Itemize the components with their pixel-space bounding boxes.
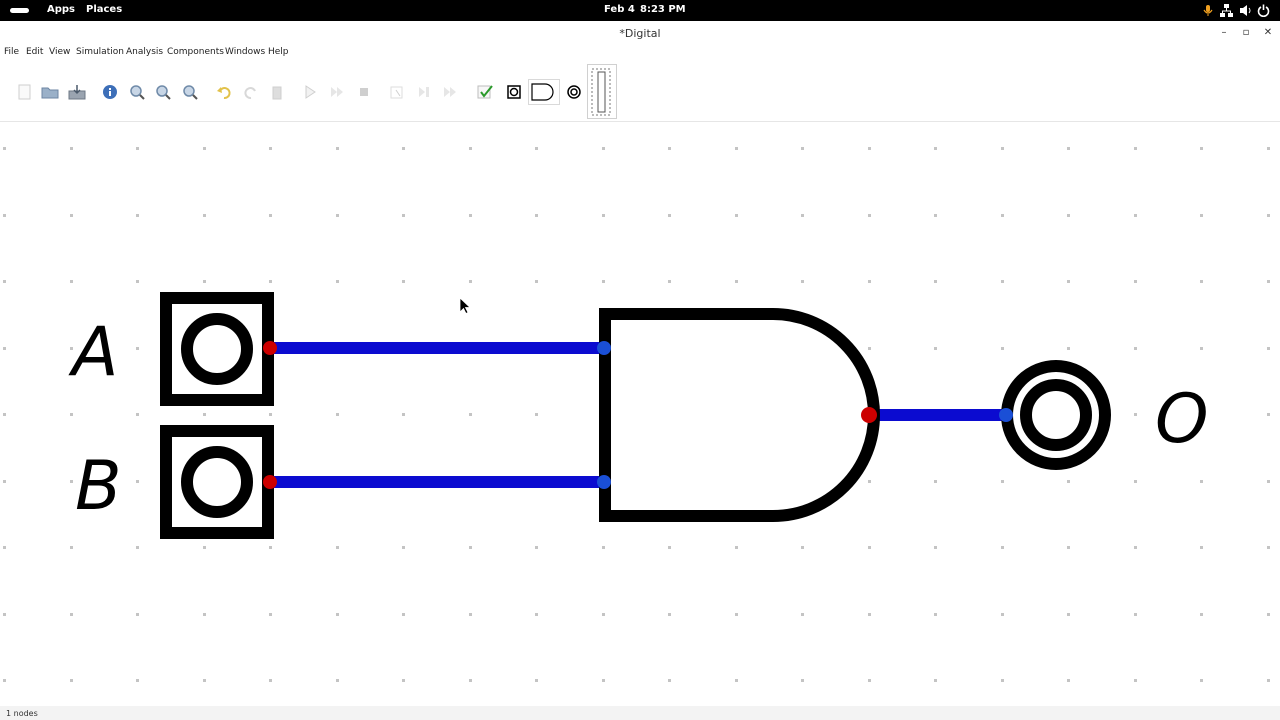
pin-b-output[interactable]	[263, 475, 277, 489]
save-icon[interactable]	[66, 81, 88, 103]
label-input-b: B	[75, 447, 122, 526]
status-text: 1 nodes	[6, 709, 38, 718]
status-bar: 1 nodes	[0, 706, 1280, 720]
close-button[interactable]: ✕	[1261, 26, 1275, 40]
menu-edit[interactable]: Edit	[26, 47, 43, 57]
fast-forward-icon[interactable]	[439, 81, 461, 103]
input-a-component[interactable]	[160, 292, 274, 406]
pin-output-input[interactable]	[999, 408, 1013, 422]
circuit-drawing	[160, 292, 1111, 539]
system-top-bar: Apps Places Feb 4 8:23 PM	[0, 0, 1280, 21]
clock-date[interactable]: Feb 4	[604, 4, 635, 15]
and-gate[interactable]	[599, 308, 880, 522]
start-simulation-icon[interactable]	[299, 81, 321, 103]
microphone-icon[interactable]	[1202, 4, 1214, 17]
pin-gate-input-2[interactable]	[597, 475, 611, 489]
single-step-icon[interactable]	[386, 81, 408, 103]
menu-windows[interactable]: Windows	[225, 47, 265, 57]
undo-icon[interactable]	[213, 81, 235, 103]
zoom-in-icon[interactable]	[126, 81, 148, 103]
info-icon[interactable]	[99, 81, 121, 103]
and-gate-tool-icon[interactable]	[528, 79, 560, 105]
component-palette-icon[interactable]	[587, 64, 617, 119]
places-menu[interactable]: Places	[86, 4, 122, 15]
pin-gate-output[interactable]	[861, 407, 877, 423]
activities-button[interactable]	[10, 8, 29, 13]
network-icon[interactable]	[1220, 4, 1233, 17]
menu-simulation[interactable]: Simulation	[76, 47, 124, 57]
menu-bar: File Edit View Simulation Analysis Compo…	[0, 44, 1280, 61]
redo-icon[interactable]	[240, 81, 262, 103]
window-title: *Digital	[619, 27, 661, 40]
stop-simulation-icon[interactable]	[353, 81, 375, 103]
run-to-break-icon[interactable]	[413, 81, 435, 103]
zoom-out-icon[interactable]	[152, 81, 174, 103]
input-b-component[interactable]	[160, 425, 274, 539]
circuit-canvas[interactable]: A B O	[0, 122, 1280, 706]
menu-file[interactable]: File	[4, 47, 19, 57]
clock-time[interactable]: 8:23 PM	[640, 4, 686, 15]
output-component-icon[interactable]	[563, 81, 585, 103]
pin-a-output[interactable]	[263, 341, 277, 355]
label-output-o: O	[1155, 380, 1209, 459]
mouse-cursor-icon	[459, 297, 472, 315]
apps-menu[interactable]: Apps	[47, 4, 75, 15]
fit-to-window-icon[interactable]	[179, 81, 201, 103]
step-forward-icon[interactable]	[326, 81, 348, 103]
open-folder-icon[interactable]	[39, 81, 61, 103]
menu-view[interactable]: View	[49, 47, 70, 57]
pin-gate-input-1[interactable]	[597, 341, 611, 355]
label-input-a: A	[72, 313, 119, 392]
input-component-icon[interactable]	[503, 81, 525, 103]
output-o-component[interactable]	[1001, 360, 1111, 470]
menu-analysis[interactable]: Analysis	[126, 47, 163, 57]
power-icon[interactable]	[1257, 4, 1270, 17]
minimize-button[interactable]: –	[1217, 26, 1231, 40]
volume-icon[interactable]	[1239, 4, 1252, 17]
test-check-icon[interactable]	[474, 81, 496, 103]
delete-icon[interactable]	[266, 81, 288, 103]
window-title-bar[interactable]: *Digital – ▫ ✕	[0, 21, 1280, 44]
menu-help[interactable]: Help	[268, 47, 289, 57]
toolbar	[0, 61, 1280, 122]
menu-components[interactable]: Components	[167, 47, 224, 57]
maximize-button[interactable]: ▫	[1239, 26, 1253, 40]
new-file-icon[interactable]	[13, 81, 35, 103]
